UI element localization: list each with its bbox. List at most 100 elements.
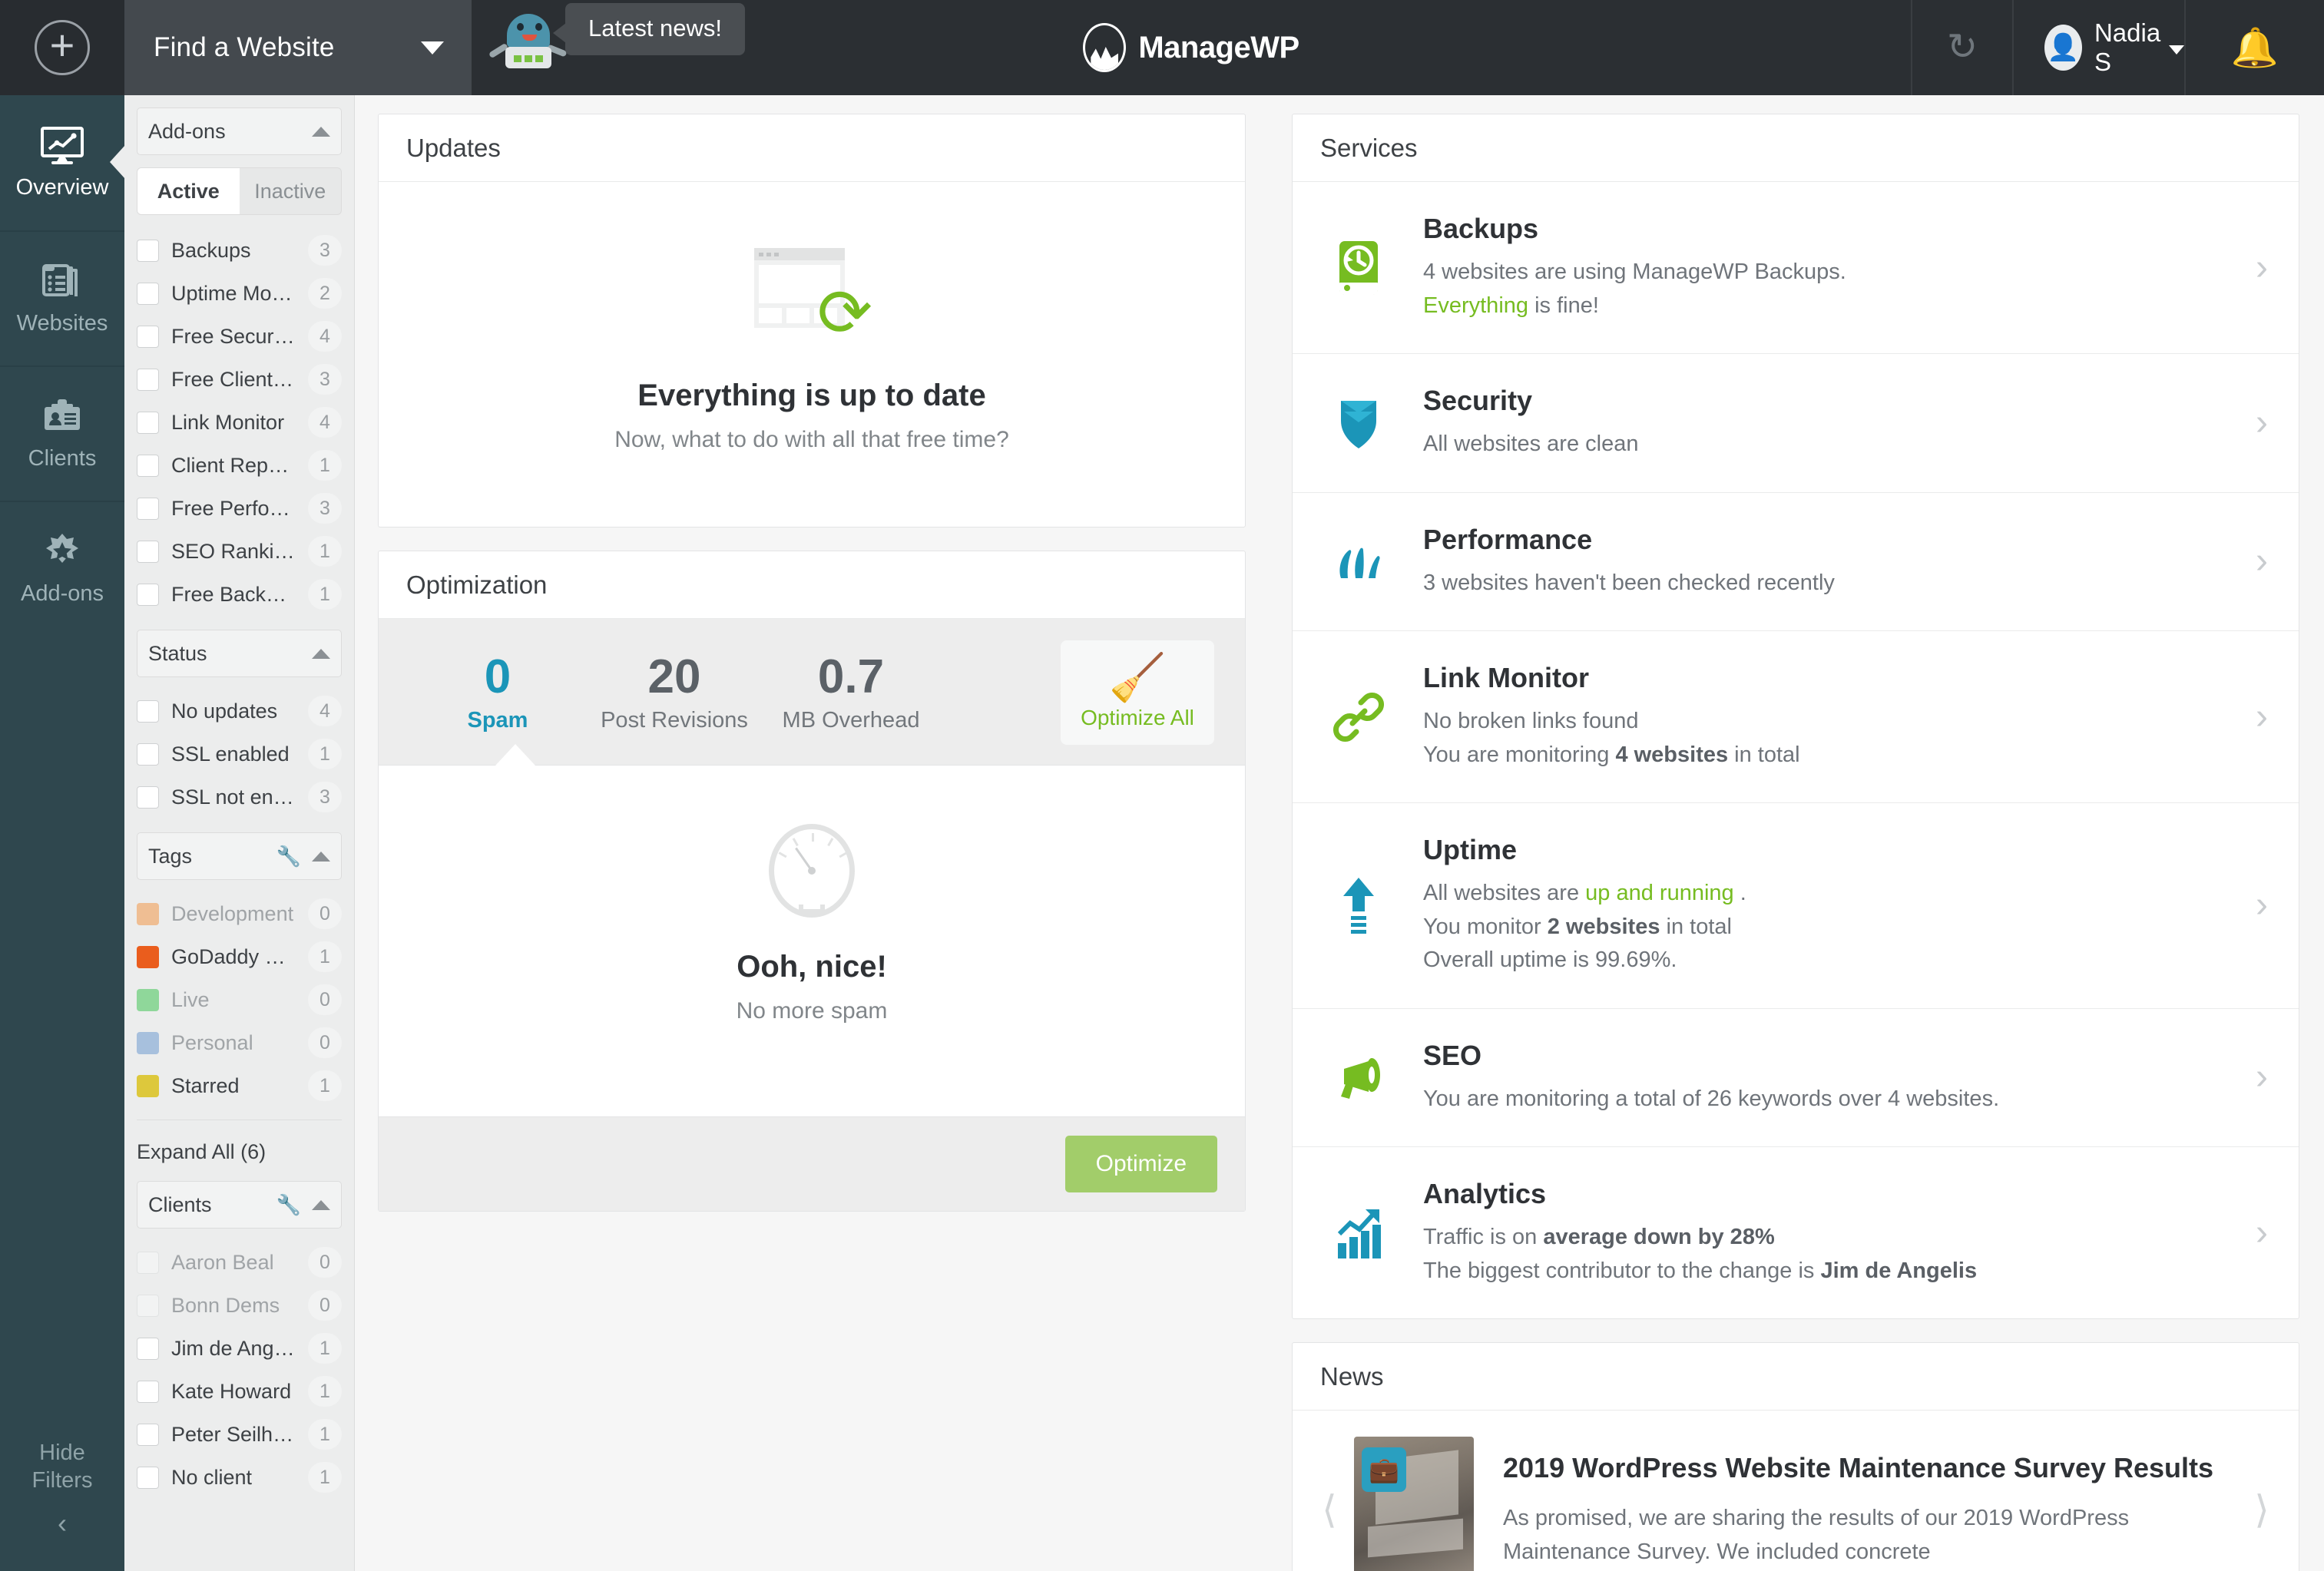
list-item[interactable]: Development 0 bbox=[137, 892, 342, 935]
optimization-empty-heading: Ooh, nice! bbox=[737, 950, 887, 984]
service-item-analytics[interactable]: Analytics Traffic is on average down by … bbox=[1293, 1147, 2299, 1318]
service-line: All websites are up and running . bbox=[1423, 877, 2223, 911]
list-item[interactable]: Client Reports 1 bbox=[137, 444, 342, 487]
checkbox[interactable] bbox=[137, 1423, 159, 1446]
service-text: Performance 3 websites haven't been chec… bbox=[1423, 524, 2223, 600]
list-item[interactable]: Personal 0 bbox=[137, 1021, 342, 1064]
list-item[interactable]: Backups 3 bbox=[137, 229, 342, 272]
news-next-button[interactable]: ⟩ bbox=[2245, 1490, 2279, 1529]
filter-group-clients-header[interactable]: Clients 🔧 bbox=[137, 1181, 342, 1229]
list-item-label: Starred bbox=[171, 1073, 240, 1097]
service-item-backups[interactable]: Backups 4 websites are using ManageWP Ba… bbox=[1293, 182, 2299, 354]
find-a-website-dropdown[interactable]: Find a Website bbox=[124, 0, 472, 95]
service-item-security[interactable]: Security All websites are clean › bbox=[1293, 354, 2299, 493]
chevron-right-icon[interactable]: › bbox=[2256, 887, 2268, 924]
list-item[interactable]: Free Client Rep... 3 bbox=[137, 358, 342, 401]
checkbox[interactable] bbox=[137, 743, 159, 766]
list-item[interactable]: Peter Seilheimer 1 bbox=[137, 1413, 342, 1456]
checkbox[interactable] bbox=[137, 497, 159, 520]
service-item-uptime[interactable]: Uptime All websites are up and running .… bbox=[1293, 803, 2299, 1009]
checkbox[interactable] bbox=[137, 583, 159, 606]
stat-post-revisions[interactable]: 20 Post Revisions bbox=[586, 652, 763, 733]
service-line: Everything is fine! bbox=[1423, 289, 2223, 323]
chevron-up-icon[interactable] bbox=[312, 126, 330, 137]
uptime-arrow-icon bbox=[1326, 876, 1391, 934]
service-item-seo[interactable]: SEO You are monitoring a total of 26 key… bbox=[1293, 1009, 2299, 1147]
chevron-right-icon[interactable]: › bbox=[2256, 404, 2268, 442]
list-item[interactable]: SSL enabled 1 bbox=[137, 733, 342, 776]
tab-active[interactable]: Active bbox=[137, 168, 240, 214]
service-line-part: You monitor bbox=[1423, 914, 1548, 939]
list-item[interactable]: Jim de Angelis 1 bbox=[137, 1327, 342, 1370]
stat-spam[interactable]: 0 Spam bbox=[409, 652, 586, 733]
notifications-button[interactable]: 🔔 bbox=[2186, 0, 2324, 95]
sidebar-item-overview[interactable]: Overview bbox=[0, 95, 124, 230]
list-item[interactable]: Uptime Monitor 2 bbox=[137, 272, 342, 315]
stat-mb-overhead[interactable]: 0.7 MB Overhead bbox=[763, 652, 939, 733]
news-prev-button[interactable]: ⟨ bbox=[1313, 1490, 1346, 1529]
checkbox[interactable] bbox=[137, 1294, 159, 1317]
checkbox[interactable] bbox=[137, 1251, 159, 1274]
list-item[interactable]: Aaron Beal 0 bbox=[137, 1241, 342, 1284]
chevron-right-icon[interactable]: › bbox=[2256, 1059, 2268, 1096]
wrench-icon[interactable]: 🔧 bbox=[276, 845, 301, 868]
chevron-up-icon[interactable] bbox=[312, 648, 330, 659]
news-mascot[interactable]: Latest news! bbox=[488, 3, 746, 74]
service-text: SEO You are monitoring a total of 26 key… bbox=[1423, 1040, 2223, 1116]
list-item[interactable]: Free Security Ch... 4 bbox=[137, 315, 342, 358]
list-item[interactable]: Link Monitor 4 bbox=[137, 401, 342, 444]
add-website-button[interactable]: + bbox=[0, 0, 124, 95]
service-item-link-monitor[interactable]: Link Monitor No broken links found You a… bbox=[1293, 631, 2299, 803]
checkbox[interactable] bbox=[137, 1380, 159, 1403]
list-item[interactable]: Free Performan... 3 bbox=[137, 487, 342, 530]
user-menu[interactable]: 👤 Nadia S bbox=[2014, 0, 2184, 95]
wrench-icon[interactable]: 🔧 bbox=[276, 1193, 301, 1217]
list-item[interactable]: Bonn Dems 0 bbox=[137, 1284, 342, 1327]
list-item-label: SSL not enabled bbox=[171, 785, 296, 809]
filter-group-addons-header[interactable]: Add-ons bbox=[137, 107, 342, 155]
chevron-right-icon[interactable]: › bbox=[2256, 543, 2268, 580]
list-item[interactable]: Free Backups 1 bbox=[137, 573, 342, 616]
checkbox[interactable] bbox=[137, 368, 159, 391]
filter-group-status-header[interactable]: Status bbox=[137, 630, 342, 677]
sidebar-item-clients[interactable]: Clients bbox=[0, 365, 124, 501]
optimize-all-button[interactable]: 🧹 Optimize All bbox=[1061, 640, 1214, 745]
sidebar-item-addons[interactable]: Add-ons bbox=[0, 501, 124, 636]
news-excerpt: As promised, we are sharing the results … bbox=[1503, 1506, 2130, 1564]
checkbox[interactable] bbox=[137, 540, 159, 563]
chevron-up-icon[interactable] bbox=[312, 851, 330, 862]
sync-button[interactable]: ↻ bbox=[1912, 0, 2012, 95]
optimize-button[interactable]: Optimize bbox=[1064, 1136, 1217, 1192]
brand-logo[interactable]: ManageWP bbox=[1083, 23, 1299, 72]
checkbox[interactable] bbox=[137, 411, 159, 434]
list-item[interactable]: Live 0 bbox=[137, 978, 342, 1021]
list-item[interactable]: SEO Ranking 1 bbox=[137, 530, 342, 573]
checkbox[interactable] bbox=[137, 239, 159, 262]
chevron-right-icon[interactable]: › bbox=[2256, 249, 2268, 286]
checkbox[interactable] bbox=[137, 1466, 159, 1489]
list-item[interactable]: GoDaddy Hosted 1 bbox=[137, 935, 342, 978]
checkbox[interactable] bbox=[137, 282, 159, 305]
news-thumbnail[interactable]: 💼 bbox=[1354, 1437, 1474, 1571]
sidebar-item-websites[interactable]: Websites bbox=[0, 230, 124, 365]
list-item[interactable]: Kate Howard 1 bbox=[137, 1370, 342, 1413]
expand-all-button[interactable]: Expand All (6) bbox=[137, 1120, 342, 1181]
list-item[interactable]: No updates 4 bbox=[137, 690, 342, 733]
chevron-right-icon[interactable]: › bbox=[2256, 1214, 2268, 1252]
list-item[interactable]: No client 1 bbox=[137, 1456, 342, 1499]
checkbox[interactable] bbox=[137, 786, 159, 809]
checkbox[interactable] bbox=[137, 700, 159, 723]
list-item[interactable]: Starred 1 bbox=[137, 1064, 342, 1107]
checkbox[interactable] bbox=[137, 325, 159, 348]
list-item[interactable]: SSL not enabled 3 bbox=[137, 776, 342, 819]
news-headline[interactable]: 2019 WordPress Website Maintenance Surve… bbox=[1503, 1450, 2237, 1485]
checkbox[interactable] bbox=[137, 454, 159, 477]
checkbox[interactable] bbox=[137, 1337, 159, 1360]
filter-group-tags-header[interactable]: Tags 🔧 bbox=[137, 832, 342, 880]
chevron-right-icon[interactable]: › bbox=[2256, 698, 2268, 736]
tab-inactive[interactable]: Inactive bbox=[240, 168, 342, 214]
chevron-up-icon[interactable] bbox=[312, 1199, 330, 1210]
hide-filters-button[interactable]: Hide Filters ‹ bbox=[0, 1440, 124, 1571]
latest-news-bubble[interactable]: Latest news! bbox=[552, 3, 746, 55]
service-item-performance[interactable]: Performance 3 websites haven't been chec… bbox=[1293, 493, 2299, 631]
